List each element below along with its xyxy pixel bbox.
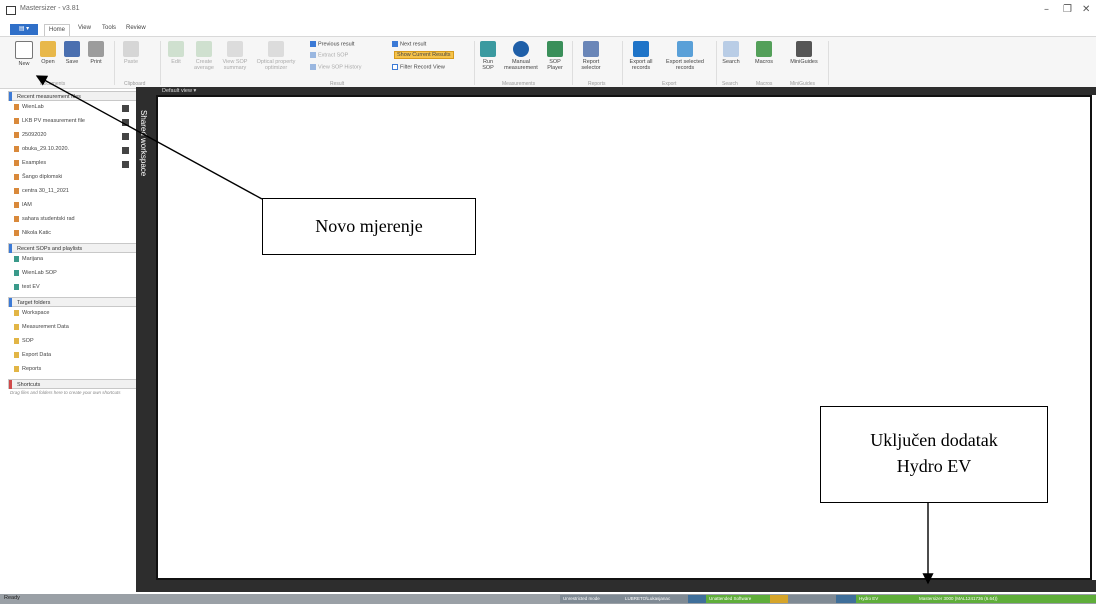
- callout-new-measurement: Novo mjerenje: [262, 198, 476, 255]
- callout-hydro-line1: Uključen dodatak: [870, 430, 998, 450]
- arrow-to-new-button: [35, 75, 263, 200]
- annotation-arrows: [35, 75, 934, 585]
- callout-hydro-ev: Uključen dodatak Hydro EV: [820, 406, 1048, 503]
- callout-new-measurement-text: Novo mjerenje: [315, 216, 423, 236]
- callout-hydro-line2: Hydro EV: [896, 456, 972, 476]
